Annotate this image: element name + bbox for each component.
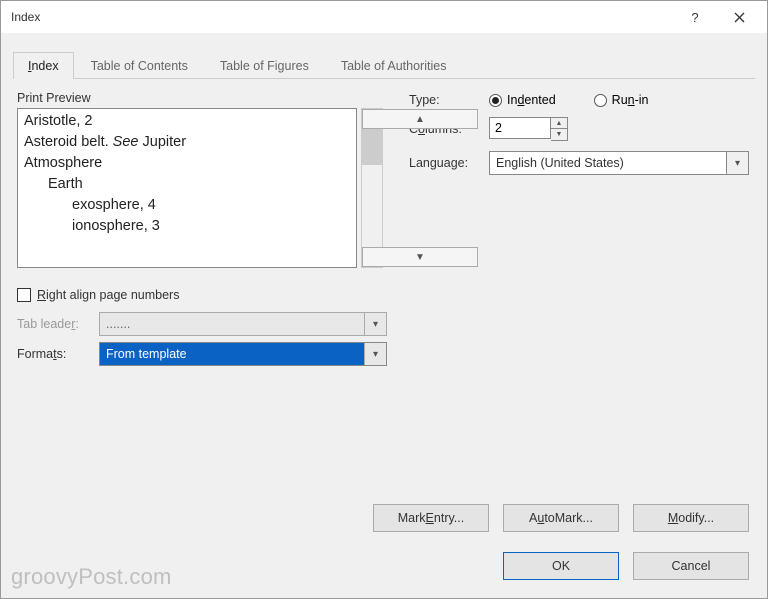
action-button-row: Mark Entry... AutoMark... Modify...: [373, 504, 749, 532]
formats-row: Formats: From template ▾: [17, 342, 387, 366]
language-row: Language: English (United States) ▾: [409, 151, 751, 175]
dialog-body: Index Table of Contents Table of Figures…: [1, 33, 767, 598]
language-combo[interactable]: English (United States) ▾: [489, 151, 749, 175]
runin-radio[interactable]: [594, 94, 607, 107]
print-preview-label: Print Preview: [17, 91, 387, 105]
language-label: Language:: [409, 156, 489, 170]
close-icon: [734, 12, 745, 23]
preview-line: Atmosphere: [24, 153, 350, 174]
scroll-down-icon[interactable]: ▼: [362, 247, 478, 267]
titlebar: Index ?: [1, 1, 767, 33]
columns-spinner[interactable]: ▲ ▼: [551, 117, 568, 141]
type-row: Type: Indented Run-in: [409, 93, 751, 107]
tab-table-of-authorities[interactable]: Table of Authorities: [326, 52, 462, 79]
formats-combo[interactable]: From template ▾: [99, 342, 387, 366]
scroll-thumb[interactable]: [362, 129, 382, 165]
index-dialog: Index ? Index Table of Contents Table of…: [0, 0, 768, 599]
tabstrip: Index Table of Contents Table of Figures…: [13, 51, 755, 79]
close-button[interactable]: [717, 3, 761, 31]
ok-button[interactable]: OK: [503, 552, 619, 580]
tab-table-of-contents[interactable]: Table of Contents: [76, 52, 203, 79]
tab-leader-row: Tab leader: ....... ▾: [17, 312, 387, 336]
chevron-down-icon: ▾: [364, 313, 386, 335]
print-preview-box: Aristotle, 2 Asteroid belt. See Jupiter …: [17, 108, 357, 268]
scroll-track[interactable]: [362, 129, 382, 247]
dialog-button-row: OK Cancel: [503, 552, 749, 580]
scroll-up-icon[interactable]: ▲: [362, 109, 478, 129]
preview-scrollbar[interactable]: ▲ ▼: [361, 108, 383, 268]
preview-line: Aristotle, 2: [24, 111, 350, 132]
mark-entry-button[interactable]: Mark Entry...: [373, 504, 489, 532]
modify-button[interactable]: Modify...: [633, 504, 749, 532]
help-button[interactable]: ?: [673, 3, 717, 31]
preview-line: ionosphere, 3: [24, 216, 350, 237]
tab-index[interactable]: Index: [13, 52, 74, 79]
preview-line: Earth: [24, 174, 350, 195]
indented-radio-label[interactable]: Indented: [507, 93, 556, 107]
type-label: Type:: [409, 93, 489, 107]
chevron-down-icon[interactable]: ▾: [726, 152, 748, 174]
runin-radio-label[interactable]: Run-in: [612, 93, 649, 107]
watermark: groovyPost.com: [11, 564, 172, 590]
spin-up-icon[interactable]: ▲: [551, 118, 567, 129]
preview-line: exosphere, 4: [24, 195, 350, 216]
automark-button[interactable]: AutoMark...: [503, 504, 619, 532]
tab-leader-label: Tab leader:: [17, 317, 89, 331]
tab-table-of-figures[interactable]: Table of Figures: [205, 52, 324, 79]
dialog-title: Index: [11, 10, 673, 24]
columns-input[interactable]: 2: [489, 117, 551, 139]
right-align-checkbox[interactable]: [17, 288, 31, 302]
right-align-checkbox-row[interactable]: Right align page numbers: [17, 288, 387, 302]
right-align-label: Right align page numbers: [37, 288, 179, 302]
spin-down-icon[interactable]: ▼: [551, 129, 567, 140]
formats-label: Formats:: [17, 347, 89, 361]
preview-line: Asteroid belt. See Jupiter: [24, 132, 350, 153]
tab-leader-combo: ....... ▾: [99, 312, 387, 336]
cancel-button[interactable]: Cancel: [633, 552, 749, 580]
indented-radio[interactable]: [489, 94, 502, 107]
chevron-down-icon[interactable]: ▾: [364, 343, 386, 365]
